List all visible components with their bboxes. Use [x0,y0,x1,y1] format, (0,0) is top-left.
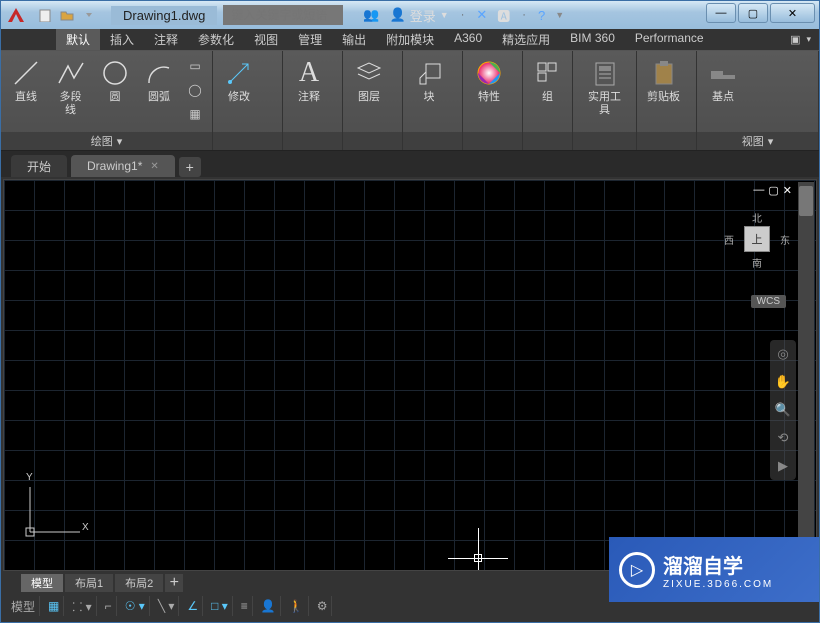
watermark: ▷ 溜溜自学 ZIXUE.3D66.COM [609,537,819,602]
ribbon-tab-a360[interactable]: A360 [444,29,492,50]
polyline-tool[interactable]: 多段线 [49,53,92,121]
zoom-icon[interactable]: 🔍 [773,400,793,420]
text-tool[interactable]: A注释 [287,53,331,108]
ribbon-tab-manage[interactable]: 管理 [288,29,332,50]
grid [4,180,816,570]
line-tool[interactable]: 直线 [5,53,47,108]
block-tool[interactable]: 块 [407,53,451,108]
qat-new[interactable] [35,5,55,25]
help-icon[interactable]: ? [538,8,545,23]
ellipse-tool[interactable]: ◯ [184,79,206,101]
status-polar-icon[interactable]: ☉ ▾ [121,596,150,616]
hatch-tool[interactable]: ▦ [184,103,206,125]
ribbon-tab-default[interactable]: 默认 [56,29,100,50]
status-lineweight-icon[interactable]: ≡ [237,596,253,616]
utilities-tool[interactable]: 实用工具 [577,53,632,121]
window-maximize-button[interactable]: ▢ [738,3,768,23]
wcs-badge[interactable]: WCS [751,295,786,308]
annotation-panel-title [283,132,342,150]
document-tabs: 开始 Drawing1*✕ + [1,151,819,177]
clipboard-tool[interactable]: 剪贴板 [641,53,686,108]
watermark-title: 溜溜自学 [663,550,773,579]
orbit-icon[interactable]: ⟲ [773,428,793,448]
doc-tab-start[interactable]: 开始 [11,155,67,177]
status-snap-icon[interactable]: ⸬ ▾ [68,596,96,616]
ribbon-tab-parametric[interactable]: 参数化 [188,29,244,50]
viewcube-top[interactable]: 上 [744,226,770,252]
viewport-minimize[interactable]: — [753,184,764,197]
window-close-button[interactable]: ✕ [770,3,815,23]
view-panel-title[interactable]: 视图▾ [697,132,818,150]
qat-dropdown[interactable] [79,5,99,25]
ribbon-tab-bim360[interactable]: BIM 360 [560,29,625,50]
layout-tab-layout1[interactable]: 布局1 [65,574,113,592]
properties-panel-title [463,132,522,150]
play-icon: ▷ [619,552,655,588]
group-panel-title [523,132,572,150]
rectangle-tool[interactable]: ▭ [184,55,206,77]
status-osnap-icon[interactable]: ∠ [183,596,203,616]
circle-tool[interactable]: 圆 [94,53,136,108]
status-iso-icon[interactable]: ╲ ▾ [154,596,180,616]
autodesk-x-icon[interactable]: ✕ [476,7,487,23]
status-person-icon[interactable]: 👤 [257,596,281,616]
ribbon-tab-insert[interactable]: 插入 [100,29,144,50]
ribbon-tab-featured[interactable]: 精选应用 [492,29,560,50]
window-minimize-button[interactable]: — [706,3,736,23]
status-gear-icon[interactable]: ⚙ [313,596,333,616]
ucs-icon: Y X [20,472,90,542]
status-ortho-icon[interactable]: ⌐ [101,596,117,616]
layout-tab-model[interactable]: 模型 [21,574,63,592]
viewport-maximize[interactable]: ▢ [768,184,778,197]
add-tab-button[interactable]: + [179,157,201,177]
pan-icon[interactable]: ✋ [773,372,793,392]
vertical-scrollbar[interactable] [798,182,814,568]
ribbon: 直线 多段线 圆 圆弧 ▭ ◯ ▦ 绘图▾ 修改 A注释 图层 [1,51,819,151]
ribbon-tab-addins[interactable]: 附加模块 [376,29,444,50]
viewport-close[interactable]: ✕ [783,184,792,197]
layout-tab-layout2[interactable]: 布局2 [115,574,163,592]
ribbon-tab-annotate[interactable]: 注释 [144,29,188,50]
nav-wheel-icon[interactable]: ◎ [773,344,793,364]
layer-panel-title [343,132,402,150]
showmotion-icon[interactable]: ▶ [773,456,793,476]
signin-link[interactable]: 👤登录▼ [390,6,449,25]
modify-tool[interactable]: 修改 [217,53,261,108]
layer-tool[interactable]: 图层 [347,53,391,108]
titlebar: Drawing1.dwg 👥 👤登录▼ · ✕ 🅰 · ? ▼ — ▢ ✕ [1,1,819,29]
status-grid-icon[interactable]: ▦ [44,596,64,616]
properties-tool[interactable]: 特性 [467,53,511,108]
basepoint-tool[interactable]: 基点 [701,53,745,108]
clipboard-panel-title [637,132,696,150]
ribbon-tab-strip: 默认 插入 注释 参数化 视图 管理 输出 附加模块 A360 精选应用 BIM… [1,29,819,51]
close-icon[interactable]: ✕ [150,161,158,172]
drawing-canvas[interactable]: — ▢ ✕ 北 西 上 东 南 WCS ◎ ✋ 🔍 ⟲ ▶ Y X [3,179,817,571]
ribbon-tab-performance[interactable]: Performance [625,29,714,50]
block-panel-title [403,132,462,150]
layout-tab-add[interactable]: + [165,574,183,592]
modify-panel-title [213,132,282,150]
ribbon-tab-view[interactable]: 视图 [244,29,288,50]
app-logo[interactable] [5,4,27,26]
arc-tool[interactable]: 圆弧 [138,53,180,108]
doc-tab-drawing[interactable]: Drawing1*✕ [71,155,175,177]
group-tool[interactable]: 组 [527,53,568,108]
draw-panel-title[interactable]: 绘图▾ [1,132,212,150]
status-model[interactable]: 模型 [7,596,40,616]
status-otrack-icon[interactable]: □ ▾ [207,596,233,616]
infocenter-search-icon[interactable]: 👥 [363,7,379,23]
document-title: Drawing1.dwg [111,6,217,25]
status-walk-icon[interactable]: 🚶 [285,596,309,616]
signin-label: 登录 [410,6,436,25]
ribbon-tab-output[interactable]: 输出 [332,29,376,50]
navigation-bar: ◎ ✋ 🔍 ⟲ ▶ [770,340,796,480]
qat-open[interactable] [57,5,77,25]
exchange-icon[interactable]: 🅰 [497,6,510,25]
viewcube[interactable]: 北 西 上 东 南 [722,210,792,268]
watermark-subtitle: ZIXUE.3D66.COM [663,579,773,590]
search-input[interactable] [223,5,343,25]
utilities-panel-title [573,132,636,150]
ribbon-collapse-icon[interactable]: ▣ [790,33,800,46]
